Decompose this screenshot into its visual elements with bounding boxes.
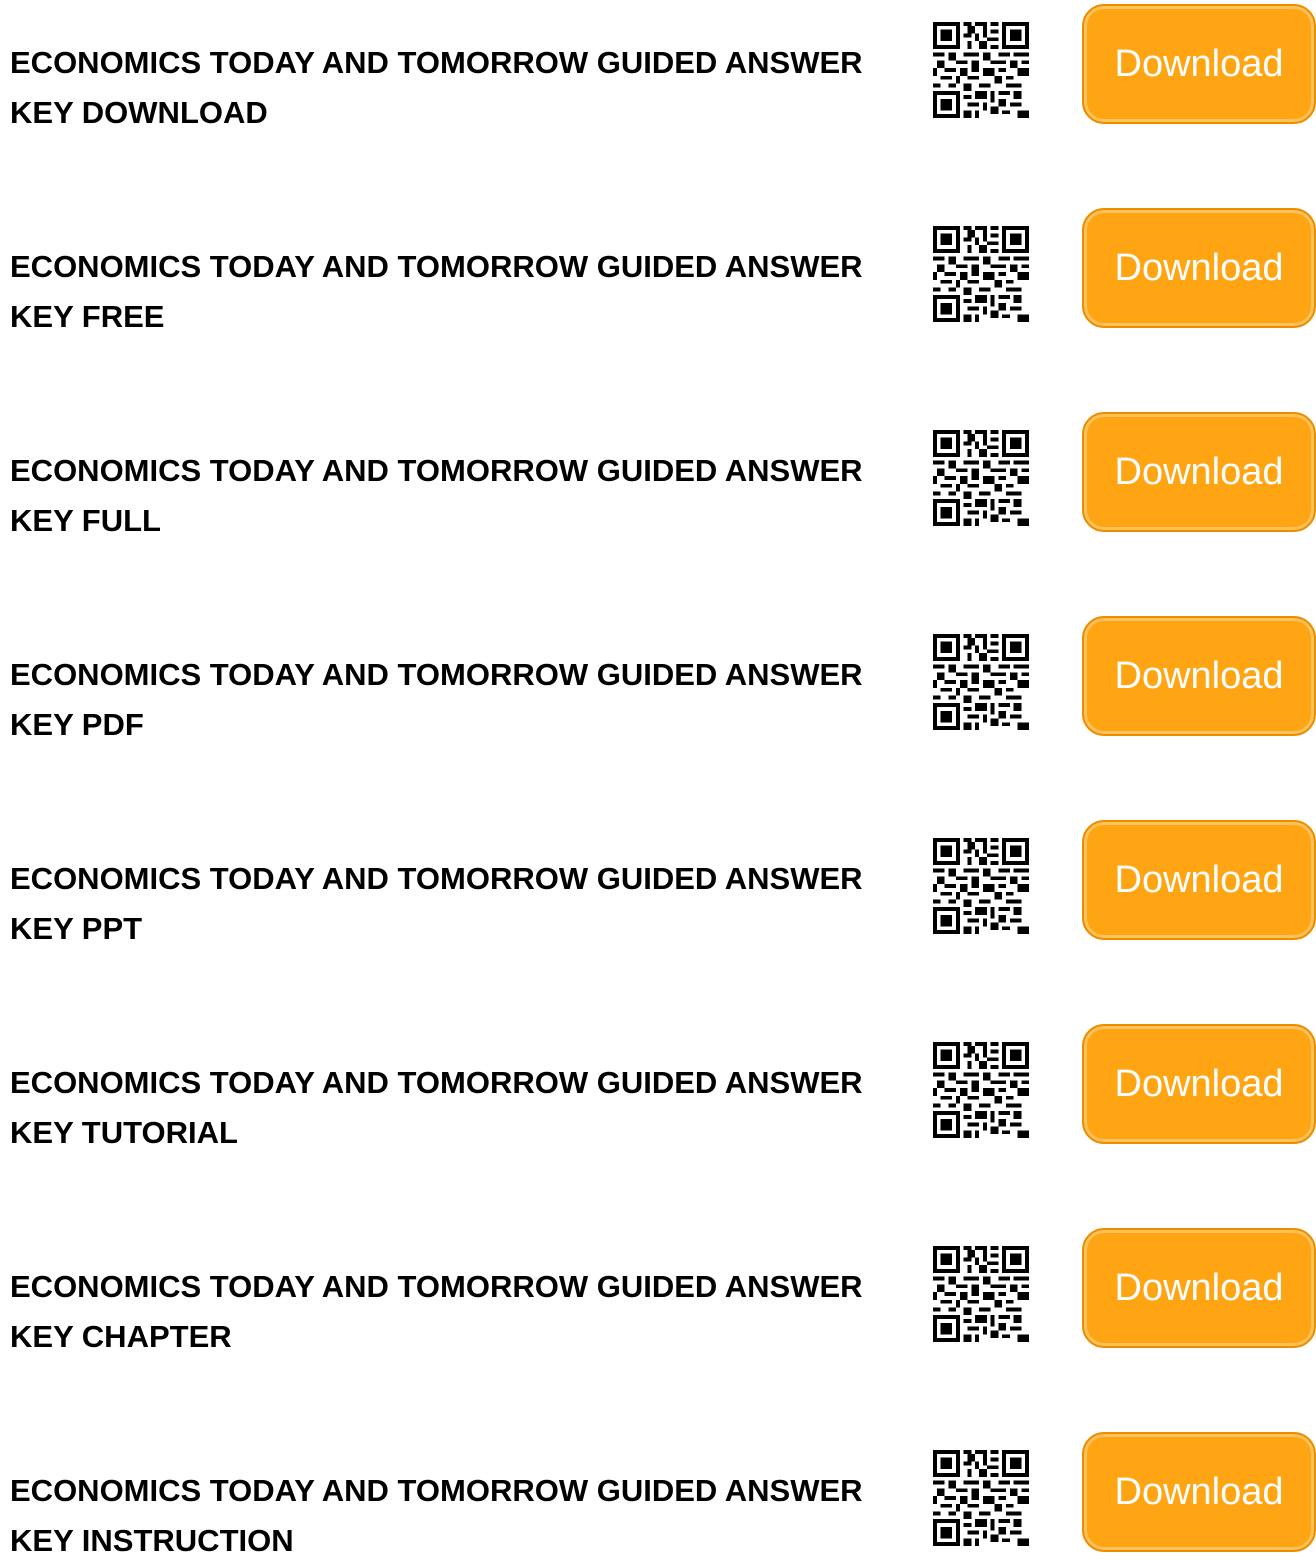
download-row-3: ECONOMICS TODAY AND TOMORROW GUIDED ANSW… [0, 412, 1316, 538]
download-row-1: ECONOMICS TODAY AND TOMORROW GUIDED ANSW… [0, 4, 1316, 130]
download-row-5: ECONOMICS TODAY AND TOMORROW GUIDED ANSW… [0, 820, 1316, 946]
download-button[interactable]: Download [1082, 1228, 1316, 1348]
download-row-8: ECONOMICS TODAY AND TOMORROW GUIDED ANSW… [0, 1432, 1316, 1558]
download-button[interactable]: Download [1082, 208, 1316, 328]
download-row-7: ECONOMICS TODAY AND TOMORROW GUIDED ANSW… [0, 1228, 1316, 1354]
download-button[interactable]: Download [1082, 820, 1316, 940]
download-list: ECONOMICS TODAY AND TOMORROW GUIDED ANSW… [0, 0, 1316, 1558]
download-button[interactable]: Download [1082, 1024, 1316, 1144]
qr-code-icon [933, 226, 1029, 322]
item-title: ECONOMICS TODAY AND TOMORROW GUIDED ANSW… [10, 861, 863, 946]
item-title: ECONOMICS TODAY AND TOMORROW GUIDED ANSW… [10, 249, 863, 334]
download-row-4: ECONOMICS TODAY AND TOMORROW GUIDED ANSW… [0, 616, 1316, 742]
download-button[interactable]: Download [1082, 4, 1316, 124]
qr-code-icon [933, 838, 1029, 934]
qr-code-icon [933, 430, 1029, 526]
item-title: ECONOMICS TODAY AND TOMORROW GUIDED ANSW… [10, 453, 863, 538]
download-button[interactable]: Download [1082, 616, 1316, 736]
download-button[interactable]: Download [1082, 1432, 1316, 1552]
qr-code-icon [933, 22, 1029, 118]
qr-code-icon [933, 634, 1029, 730]
download-button[interactable]: Download [1082, 412, 1316, 532]
item-title: ECONOMICS TODAY AND TOMORROW GUIDED ANSW… [10, 1065, 863, 1150]
qr-code-icon [933, 1042, 1029, 1138]
item-title: ECONOMICS TODAY AND TOMORROW GUIDED ANSW… [10, 1473, 863, 1558]
item-title: ECONOMICS TODAY AND TOMORROW GUIDED ANSW… [10, 1269, 863, 1354]
qr-code-icon [933, 1246, 1029, 1342]
download-row-2: ECONOMICS TODAY AND TOMORROW GUIDED ANSW… [0, 208, 1316, 334]
item-title: ECONOMICS TODAY AND TOMORROW GUIDED ANSW… [10, 657, 863, 742]
download-row-6: ECONOMICS TODAY AND TOMORROW GUIDED ANSW… [0, 1024, 1316, 1150]
item-title: ECONOMICS TODAY AND TOMORROW GUIDED ANSW… [10, 45, 863, 130]
qr-code-icon [933, 1450, 1029, 1546]
